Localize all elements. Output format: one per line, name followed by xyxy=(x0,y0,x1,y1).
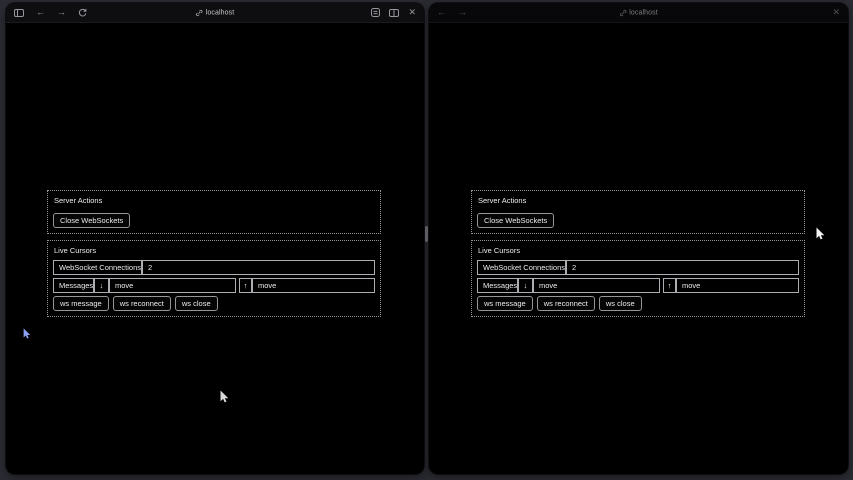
app-panel: Server Actions Close WebSockets Live Cur… xyxy=(471,190,805,317)
live-cursors-box: Live Cursors WebSocket Connections 2 Mes… xyxy=(47,240,381,317)
sidebar-toggle-icon[interactable] xyxy=(14,9,24,17)
connections-row: WebSocket Connections 2 xyxy=(53,260,375,275)
forward-icon[interactable]: → xyxy=(458,8,467,17)
ws-message-button[interactable]: ws message xyxy=(477,296,533,311)
messages-row: Messages ↓ move ↑ move xyxy=(53,278,375,293)
titlebar-left-controls: ← → xyxy=(437,8,467,17)
arrow-up-icon: ↑ xyxy=(239,278,252,293)
browser-window-left: ← → localhost xyxy=(6,3,424,474)
live-cursors-title: Live Cursors xyxy=(478,246,799,256)
message-sent-value: move xyxy=(676,278,799,293)
messages-label: Messages xyxy=(53,278,94,293)
titlebar-left-controls: ← → xyxy=(14,8,87,17)
connections-label: WebSocket Connections xyxy=(53,260,142,275)
connections-row: WebSocket Connections 2 xyxy=(477,260,799,275)
ws-buttons-row: ws message ws reconnect ws close xyxy=(477,296,799,311)
server-actions-box: Server Actions Close WebSockets xyxy=(47,190,381,234)
app-panel: Server Actions Close WebSockets Live Cur… xyxy=(47,190,381,317)
titlebar-right-controls: ✕ xyxy=(371,8,416,17)
url-text: localhost xyxy=(629,9,658,16)
connections-value: 2 xyxy=(566,260,799,275)
message-received-value: move xyxy=(533,278,660,293)
page-content: Server Actions Close WebSockets Live Cur… xyxy=(6,23,424,473)
link-icon xyxy=(196,9,203,16)
ws-buttons-row: ws message ws reconnect ws close xyxy=(53,296,375,311)
titlebar[interactable]: ← → localhost ✕ xyxy=(429,3,848,23)
titlebar-right-controls: ✕ xyxy=(832,8,840,17)
live-cursors-title: Live Cursors xyxy=(54,246,375,256)
ws-reconnect-button[interactable]: ws reconnect xyxy=(537,296,595,311)
ws-reconnect-button[interactable]: ws reconnect xyxy=(113,296,171,311)
server-actions-title: Server Actions xyxy=(54,196,375,206)
desktop: { "desktop": { "background_color": "#2b2… xyxy=(0,0,853,480)
split-view-icon[interactable] xyxy=(389,9,399,17)
server-actions-title: Server Actions xyxy=(478,196,799,206)
live-cursors-box: Live Cursors WebSocket Connections 2 Mes… xyxy=(471,240,805,317)
page-content: Server Actions Close WebSockets Live Cur… xyxy=(429,23,848,473)
arrow-down-icon: ↓ xyxy=(518,278,533,293)
messages-row: Messages ↓ move ↑ move xyxy=(477,278,799,293)
url-text: localhost xyxy=(206,9,235,16)
message-received-value: move xyxy=(109,278,236,293)
close-icon[interactable]: ✕ xyxy=(408,8,416,17)
close-websockets-button[interactable]: Close WebSockets xyxy=(477,213,554,228)
titlebar[interactable]: ← → localhost xyxy=(6,3,424,23)
server-actions-box: Server Actions Close WebSockets xyxy=(471,190,805,234)
url-field[interactable]: localhost xyxy=(619,9,658,16)
browser-window-right: ← → localhost ✕ Server Actions Close Web… xyxy=(429,3,848,474)
window-resize-handle[interactable] xyxy=(425,226,428,242)
arrow-up-icon: ↑ xyxy=(663,278,676,293)
message-sent-value: move xyxy=(252,278,375,293)
connections-label: WebSocket Connections xyxy=(477,260,566,275)
ws-close-button[interactable]: ws close xyxy=(175,296,218,311)
arrow-down-icon: ↓ xyxy=(94,278,109,293)
close-websockets-button[interactable]: Close WebSockets xyxy=(53,213,130,228)
ws-close-button[interactable]: ws close xyxy=(599,296,642,311)
forward-icon[interactable]: → xyxy=(57,8,66,17)
back-icon[interactable]: ← xyxy=(36,8,45,17)
back-icon[interactable]: ← xyxy=(437,8,446,17)
messages-label: Messages xyxy=(477,278,518,293)
ws-message-button[interactable]: ws message xyxy=(53,296,109,311)
close-icon[interactable]: ✕ xyxy=(832,8,840,17)
page-menu-icon[interactable] xyxy=(371,8,380,17)
reload-icon[interactable] xyxy=(78,8,87,17)
url-field[interactable]: localhost xyxy=(196,9,235,16)
connections-value: 2 xyxy=(142,260,375,275)
link-icon xyxy=(619,9,626,16)
